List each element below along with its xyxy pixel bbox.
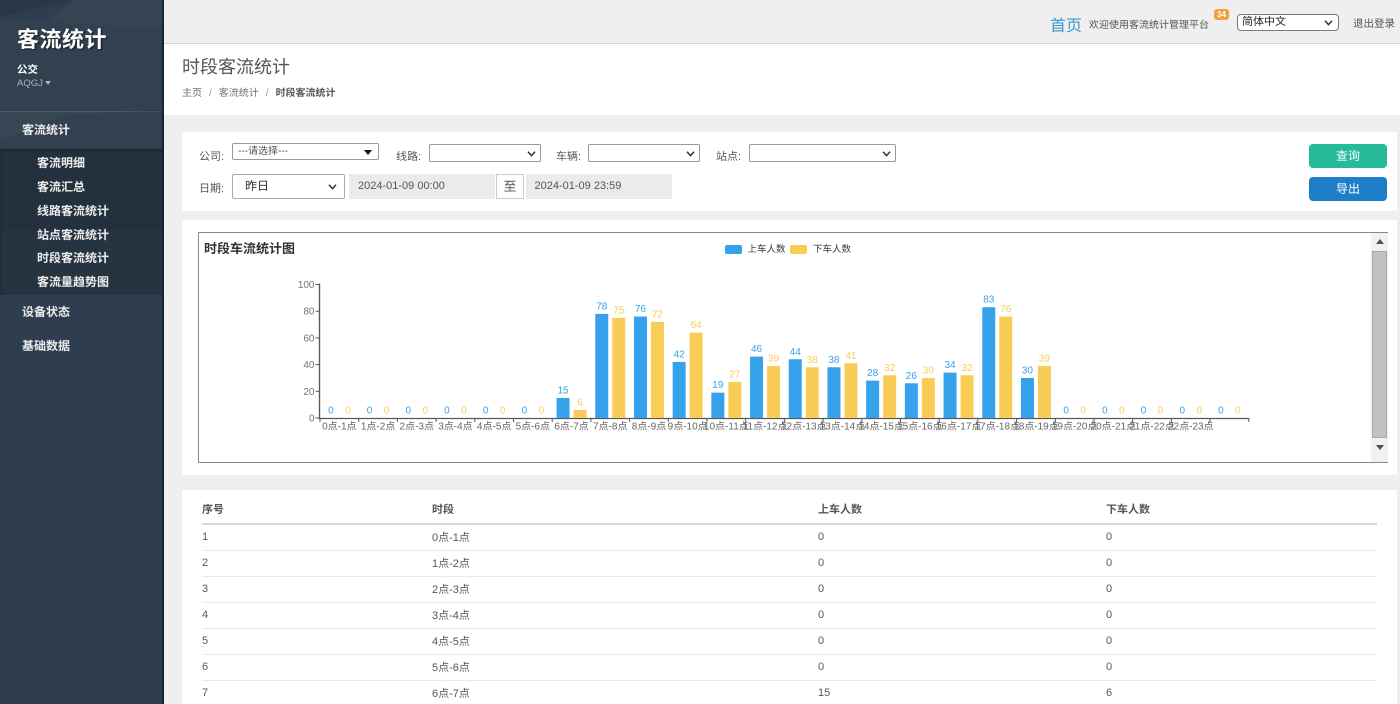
svg-text:76: 76 xyxy=(1000,304,1012,315)
svg-text:0: 0 xyxy=(539,406,545,417)
svg-text:19: 19 xyxy=(712,380,724,391)
svg-text:32: 32 xyxy=(961,363,973,374)
svg-text:39: 39 xyxy=(1039,353,1051,364)
svg-text:83: 83 xyxy=(983,295,995,306)
svg-text:60: 60 xyxy=(303,333,315,344)
svg-text:0: 0 xyxy=(1063,406,1069,417)
svg-text:27: 27 xyxy=(729,369,741,380)
svg-text:75: 75 xyxy=(613,305,625,316)
svg-text:20: 20 xyxy=(303,387,315,398)
svg-text:0: 0 xyxy=(1196,406,1202,417)
svg-text:0: 0 xyxy=(1235,406,1241,417)
svg-text:0: 0 xyxy=(500,406,506,417)
svg-text:80: 80 xyxy=(303,307,315,318)
svg-text:6: 6 xyxy=(577,397,583,408)
svg-text:0: 0 xyxy=(367,406,373,417)
svg-text:41: 41 xyxy=(845,351,857,362)
svg-text:6点-7点: 6点-7点 xyxy=(554,421,588,433)
svg-text:0: 0 xyxy=(1158,406,1164,417)
svg-text:0: 0 xyxy=(309,414,315,425)
svg-text:5点-6点: 5点-6点 xyxy=(516,421,550,433)
svg-text:64: 64 xyxy=(691,320,703,331)
svg-text:76: 76 xyxy=(635,304,647,315)
svg-text:0: 0 xyxy=(384,406,390,417)
svg-text:78: 78 xyxy=(596,301,608,312)
svg-text:0: 0 xyxy=(1119,406,1125,417)
svg-text:46: 46 xyxy=(751,344,763,355)
svg-text:38: 38 xyxy=(828,355,840,366)
svg-text:0: 0 xyxy=(1102,406,1108,417)
svg-text:0: 0 xyxy=(422,406,428,417)
svg-text:30: 30 xyxy=(1022,365,1034,376)
svg-text:22点-23点: 22点-23点 xyxy=(1168,421,1214,433)
svg-text:4点-5点: 4点-5点 xyxy=(477,421,511,433)
svg-text:8点-9点: 8点-9点 xyxy=(632,421,666,433)
svg-text:28: 28 xyxy=(867,368,879,379)
svg-text:44: 44 xyxy=(790,347,802,358)
svg-text:0: 0 xyxy=(522,406,528,417)
svg-text:32: 32 xyxy=(884,363,896,374)
svg-text:72: 72 xyxy=(652,309,664,320)
svg-text:15: 15 xyxy=(557,385,569,396)
svg-text:0: 0 xyxy=(1080,406,1086,417)
svg-text:0: 0 xyxy=(345,406,351,417)
svg-text:42: 42 xyxy=(674,349,686,360)
svg-text:3点-4点: 3点-4点 xyxy=(438,421,472,433)
svg-text:30: 30 xyxy=(923,365,935,376)
svg-text:34: 34 xyxy=(944,360,956,371)
svg-text:7点-8点: 7点-8点 xyxy=(593,421,627,433)
svg-text:0: 0 xyxy=(1218,406,1224,417)
svg-text:0点-1点: 0点-1点 xyxy=(322,421,356,433)
svg-text:2点-3点: 2点-3点 xyxy=(400,421,434,433)
svg-text:0: 0 xyxy=(1141,406,1147,417)
svg-text:38: 38 xyxy=(807,355,819,366)
svg-text:0: 0 xyxy=(461,406,467,417)
svg-text:26: 26 xyxy=(906,371,918,382)
svg-text:9点-10点: 9点-10点 xyxy=(668,421,708,433)
svg-text:0: 0 xyxy=(328,406,334,417)
svg-text:1点-2点: 1点-2点 xyxy=(361,421,395,433)
svg-text:0: 0 xyxy=(483,406,489,417)
svg-text:0: 0 xyxy=(1179,406,1185,417)
svg-text:39: 39 xyxy=(768,353,780,364)
svg-text:0: 0 xyxy=(444,406,450,417)
svg-text:40: 40 xyxy=(303,360,315,371)
svg-text:0: 0 xyxy=(405,406,411,417)
svg-text:100: 100 xyxy=(298,280,315,291)
